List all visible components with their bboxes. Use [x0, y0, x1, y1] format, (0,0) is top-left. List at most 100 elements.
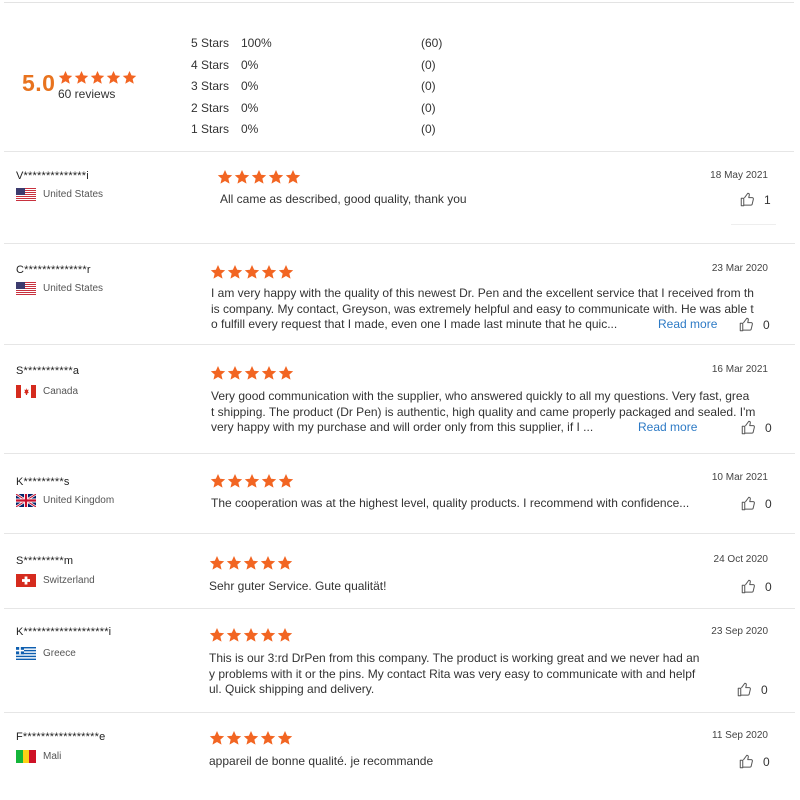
thumbs-up-icon[interactable]: [741, 496, 756, 511]
review-text: All came as described, good quality, tha…: [220, 192, 467, 208]
distribution-count: (0): [421, 122, 436, 136]
review-text-line: Very good communication with the supplie…: [211, 389, 750, 403]
like-button[interactable]: 0: [741, 496, 772, 511]
star-icon: [261, 265, 277, 279]
star-icon: [210, 366, 226, 380]
star-icon: [260, 556, 276, 570]
country-name: United Kingdom: [43, 495, 115, 506]
star-icon: [277, 731, 293, 745]
review-item: V**************i United States 18 May 2021…: [4, 152, 795, 244]
star-icon: [122, 70, 137, 84]
like-count: 0: [761, 682, 768, 697]
us-flag-icon: [16, 188, 36, 201]
reviewer-country: Greece: [16, 647, 76, 660]
review-text: This is our 3:rd DrPen from this company…: [209, 651, 699, 698]
review-rating: [209, 627, 293, 643]
star-icon: [74, 70, 89, 84]
review-text-line: I am very happy with the quality of this…: [211, 286, 754, 300]
star-icon: [210, 474, 226, 488]
review-date: 24 Oct 2020: [713, 554, 768, 565]
thumbs-up-icon[interactable]: [741, 579, 756, 594]
rating-summary: 5.0 60 reviews 5 Stars 100% (60) 4 Stars 0% (…: [0, 0, 800, 152]
distribution-label: 2 Stars: [191, 100, 230, 115]
reviewer-name: V**************i: [16, 170, 89, 182]
reviewer-country: United States: [16, 188, 103, 201]
review-text-line: appareil de bonne qualité. je recommande: [209, 754, 434, 768]
distribution-count: (0): [421, 79, 436, 93]
distribution-count: (0): [421, 57, 436, 72]
star-icon: [244, 474, 260, 488]
star-icon: [227, 474, 243, 488]
star-icon: [58, 70, 73, 84]
country-name: United States: [43, 189, 104, 200]
star-icon: [260, 628, 276, 642]
read-more-link[interactable]: Read more: [638, 420, 697, 434]
review-item: F*****************e Mali 11 Sep 2020 appare…: [4, 713, 795, 800]
distribution-count: (0): [421, 100, 436, 115]
average-score: 5.0: [22, 70, 56, 96]
review-date: 23 Mar 2020: [711, 263, 768, 274]
review-rating: [210, 264, 294, 280]
review-text: appareil de bonne qualité. je recommande: [209, 754, 433, 770]
thumbs-up-icon[interactable]: [739, 317, 754, 332]
review-text: The cooperation was at the highest level…: [211, 496, 689, 512]
reviewer-name: S*********m: [16, 555, 74, 567]
like-underline: [731, 224, 776, 225]
thumbs-up-icon[interactable]: [741, 420, 756, 435]
distribution-percent: 0%: [241, 100, 259, 115]
like-count: 0: [765, 496, 772, 511]
star-icon: [277, 628, 293, 642]
like-count: 0: [763, 754, 770, 769]
thumbs-up-icon[interactable]: [739, 754, 754, 769]
country-name: Mali: [43, 751, 62, 762]
distribution-percent: 0%: [241, 122, 259, 136]
star-icon: [226, 556, 242, 570]
like-button[interactable]: 0: [741, 420, 772, 435]
star-icon: [285, 170, 301, 184]
star-icon: [261, 366, 277, 380]
review-date: 11 Sep 2020: [712, 730, 768, 741]
read-more-link[interactable]: Read more: [658, 317, 717, 331]
review-item: K*********s United Kingdom 10 Mar 2021 The …: [4, 454, 795, 534]
like-button[interactable]: 0: [739, 754, 770, 769]
distribution-label: 3 Stars: [191, 79, 230, 93]
thumbs-up-icon[interactable]: [740, 192, 755, 207]
review-item: S*********m Switzerland 24 Oct 2020 Sehr gu…: [4, 534, 795, 609]
review-text-line: Sehr guter Service. Gute qualität!: [209, 579, 387, 593]
star-icon: [106, 70, 121, 84]
star-icon: [227, 265, 243, 279]
review-date: 16 Mar 2021: [711, 364, 768, 375]
country-name: Switzerland: [43, 575, 95, 586]
star-icon: [210, 265, 226, 279]
reviewer-name: K*******************i: [16, 626, 112, 638]
mali-flag-icon: [16, 750, 36, 763]
country-name: Greece: [43, 648, 76, 659]
greece-flag-icon: [16, 647, 36, 660]
star-icon: [260, 731, 276, 745]
like-button[interactable]: 0: [741, 579, 772, 594]
average-stars: [58, 70, 137, 85]
like-button[interactable]: 1: [740, 192, 771, 207]
star-icon: [209, 556, 225, 570]
distribution-count: (60): [421, 36, 443, 50]
distribution-label: 5 Stars: [191, 36, 230, 50]
review-text: Sehr guter Service. Gute qualität!: [209, 579, 386, 595]
star-icon: [226, 731, 242, 745]
thumbs-up-icon[interactable]: [737, 682, 752, 697]
distribution-percent: 100%: [241, 36, 272, 50]
star-icon: [217, 170, 233, 184]
star-icon: [244, 265, 260, 279]
like-count: 0: [765, 579, 772, 594]
swiss-flag-icon: [16, 574, 36, 587]
star-icon: [90, 70, 105, 84]
review-item: K*******************i Greece 23 Sep 2020 Th…: [4, 609, 795, 713]
star-icon: [226, 628, 242, 642]
review-text-line: y problems with it or the pins. My conta…: [209, 666, 696, 681]
review-text-line: This is our 3:rd DrPen from this company…: [209, 651, 700, 665]
like-button[interactable]: 0: [737, 682, 768, 697]
star-icon: [243, 628, 259, 642]
star-icon: [278, 265, 294, 279]
like-button[interactable]: 0: [739, 317, 770, 332]
star-icon: [243, 731, 259, 745]
reviewer-name: C**************r: [16, 264, 91, 276]
